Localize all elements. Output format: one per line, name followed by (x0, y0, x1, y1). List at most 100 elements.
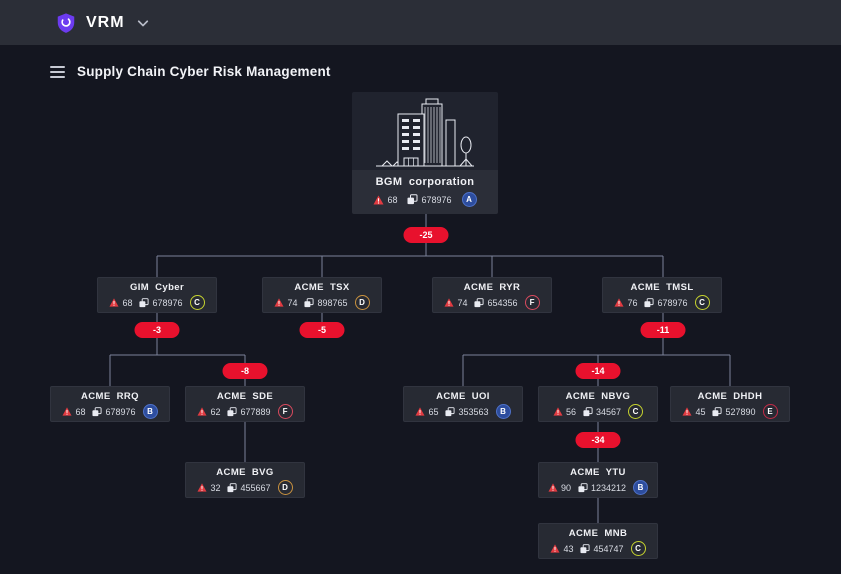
vendor-name: ACME BVG (216, 467, 274, 478)
risk-delta-pill[interactable]: -25 (403, 227, 449, 243)
assets-icon (445, 406, 456, 417)
asset-count: 527890 (725, 406, 756, 417)
grade-badge: A (461, 192, 477, 207)
asset-count: 677889 (240, 406, 271, 417)
assets-icon (407, 194, 418, 205)
assets-icon (583, 406, 593, 417)
asset-count: 34567 (595, 406, 622, 417)
assets-icon (304, 297, 315, 308)
vendor-node-acme_sde[interactable]: ACME SDE 62 677889 F (185, 386, 305, 422)
warning-icon (274, 298, 284, 307)
warning-icon (197, 407, 207, 416)
warning-icon (197, 483, 207, 492)
warning-count: 74 (457, 297, 468, 308)
warning-icon (373, 194, 384, 205)
assets-icon (474, 297, 485, 308)
asset-count: 678976 (657, 297, 688, 308)
asset-count: 678976 (152, 297, 183, 308)
warning-count: 45 (695, 406, 706, 417)
grade-badge: E (762, 404, 778, 419)
asset-count: 654356 (487, 297, 518, 308)
asset-count: 455667 (240, 482, 271, 493)
asset-count: 353563 (458, 406, 489, 417)
warning-count: 62 (210, 406, 221, 417)
assets-icon (139, 297, 150, 308)
assets-icon (227, 482, 238, 493)
warning-count: 56 (565, 406, 576, 417)
vendor-node-acme_tmsl[interactable]: ACME TMSL 76 678976 C (602, 277, 722, 313)
vendor-name: ACME SDE (216, 391, 274, 402)
grade-badge: C (628, 404, 644, 419)
vendor-name: ACME UOI (436, 391, 490, 402)
vendor-name: ACME MNB (568, 528, 628, 539)
warning-icon (553, 407, 563, 416)
warning-count: 68 (122, 297, 133, 308)
vendor-name: ACME TMSL (630, 282, 694, 293)
warning-icon (614, 298, 624, 307)
vendor-name: ACME DHDH (697, 391, 763, 402)
grade-badge: D (354, 295, 370, 310)
warning-icon (109, 298, 119, 307)
risk-delta-pill[interactable]: -3 (134, 322, 180, 338)
company-name: BGM corporation (375, 176, 475, 188)
vendor-name: ACME YTU (570, 467, 626, 478)
warning-icon (62, 407, 72, 416)
warning-count: 68 (387, 194, 398, 205)
vendor-node-acme_ytu[interactable]: ACME YTU 90 1234212 B (538, 462, 658, 498)
warning-icon (444, 298, 454, 307)
warning-icon (548, 483, 558, 492)
grade-badge: F (277, 404, 293, 419)
assets-icon (644, 297, 655, 308)
vendor-node-acme_bvg[interactable]: ACME BVG 32 455667 D (185, 462, 305, 498)
vendor-name: ACME RYR (463, 282, 521, 293)
asset-count: 678976 (105, 406, 136, 417)
warning-count: 32 (210, 482, 221, 493)
warning-count: 43 (563, 543, 574, 554)
grade-badge: C (630, 541, 646, 556)
assets-icon (578, 482, 588, 493)
root-company-node[interactable]: BGM corporation 68 678976 A (352, 92, 498, 214)
grade-badge: B (633, 480, 649, 495)
warning-icon (550, 544, 560, 553)
vendor-name: ACME RRQ (81, 391, 139, 402)
vendor-name: ACME NBVG (565, 391, 631, 402)
supply-chain-tree: BGM corporation 68 678976 A -25 -3 -5 -1… (0, 0, 841, 574)
risk-delta-pill[interactable]: -11 (640, 322, 686, 338)
vendor-node-acme_uoi[interactable]: ACME UOI 65 353563 B (403, 386, 523, 422)
asset-count: 898765 (317, 297, 348, 308)
assets-icon (712, 406, 723, 417)
vendor-node-acme_tsx[interactable]: ACME TSX 74 898765 D (262, 277, 382, 313)
assets-icon (92, 406, 103, 417)
vendor-node-acme_ryr[interactable]: ACME RYR 74 654356 F (432, 277, 552, 313)
vendor-node-gim_cyber[interactable]: GIM Cyber 68 678976 C (97, 277, 217, 313)
warning-count: 68 (75, 406, 86, 417)
grade-badge: F (524, 295, 540, 310)
grade-badge: B (495, 404, 511, 419)
grade-badge: B (142, 404, 158, 419)
grade-badge: D (277, 480, 293, 495)
asset-count: 454747 (593, 543, 624, 554)
asset-count: 1234212 (590, 482, 627, 493)
grade-badge: C (189, 295, 205, 310)
assets-icon (580, 543, 591, 554)
vendor-node-acme_rrq[interactable]: ACME RRQ 68 678976 B (50, 386, 170, 422)
grade-badge: C (694, 295, 710, 310)
root-company-label: BGM corporation 68 678976 A (352, 170, 498, 214)
risk-delta-pill[interactable]: -14 (575, 363, 621, 379)
company-building-illustration (352, 92, 498, 170)
risk-delta-pill[interactable]: -34 (575, 432, 621, 448)
vendor-node-acme_nbvg[interactable]: ACME NBVG 56 34567 C (538, 386, 658, 422)
warning-count: 76 (627, 297, 638, 308)
risk-delta-pill[interactable]: -8 (222, 363, 268, 379)
warning-icon (682, 407, 692, 416)
vendor-name: GIM Cyber (129, 282, 185, 293)
assets-icon (227, 406, 238, 417)
warning-count: 74 (287, 297, 298, 308)
vendor-node-acme_mnb[interactable]: ACME MNB 43 454747 C (538, 523, 658, 559)
asset-count: 678976 (421, 194, 452, 205)
warning-icon (415, 407, 425, 416)
vendor-node-acme_dhdh[interactable]: ACME DHDH 45 527890 E (670, 386, 790, 422)
warning-count: 90 (560, 482, 571, 493)
risk-delta-pill[interactable]: -5 (299, 322, 345, 338)
warning-count: 65 (428, 406, 439, 417)
